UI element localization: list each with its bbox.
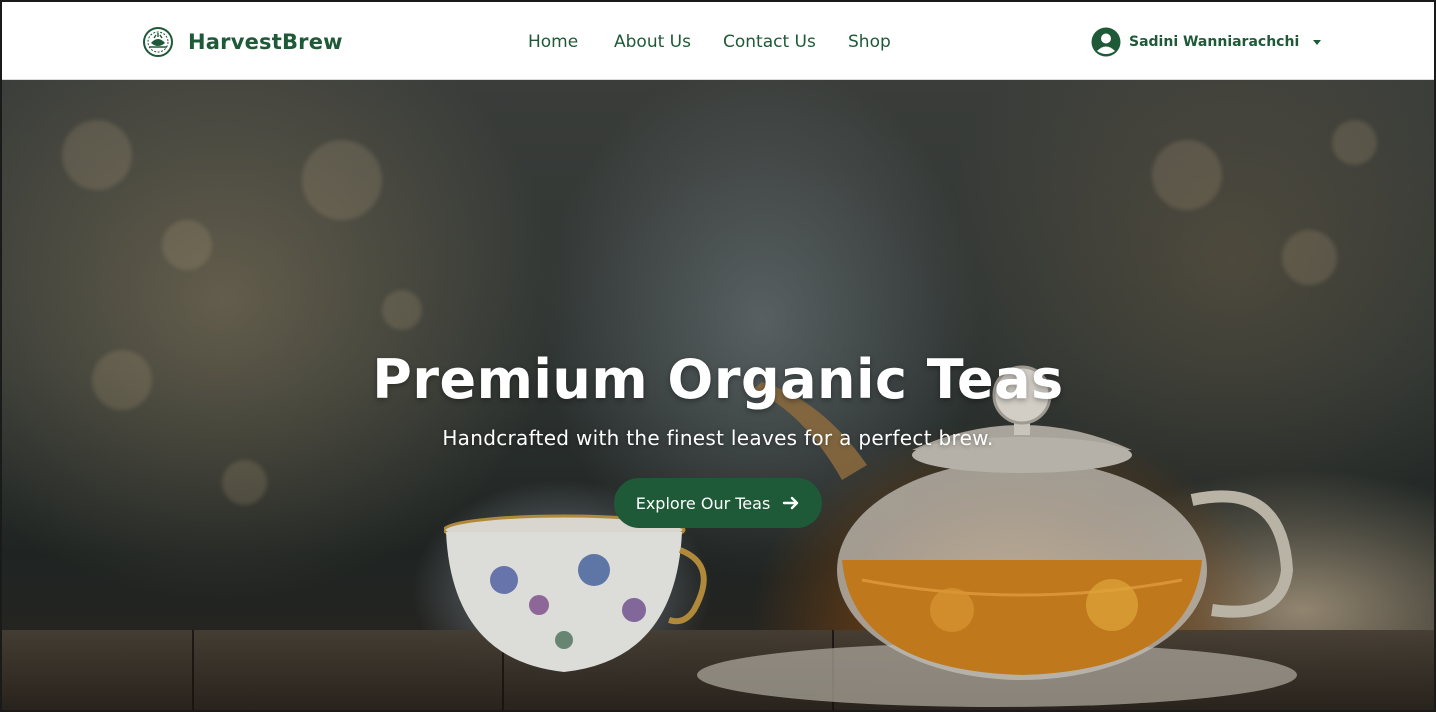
explore-teas-label: Explore Our Teas [635, 493, 771, 513]
user-name: Sadini Wanniarachchi [1129, 34, 1300, 50]
main-nav: Home About Us Contact Us Shop [528, 29, 898, 55]
caret-down-icon [1313, 40, 1322, 45]
brand-name: HarvestBrew [188, 30, 343, 54]
hero-content: Premium Organic Teas Handcrafted with th… [2, 80, 1434, 710]
brand-link[interactable]: HarvestBrew [142, 25, 343, 59]
page-frame: HarvestBrew Home About Us Contact Us Sho… [0, 0, 1436, 712]
nav-link-about-us[interactable]: About Us [614, 29, 723, 55]
nav-link-home[interactable]: Home [528, 29, 614, 55]
top-navbar: HarvestBrew Home About Us Contact Us Sho… [2, 2, 1434, 80]
tea-emblem-icon [143, 27, 173, 57]
arrow-right-icon [783, 496, 799, 510]
hero-section: Premium Organic Teas Handcrafted with th… [2, 80, 1434, 710]
user-circle-icon [1091, 27, 1121, 57]
explore-teas-button[interactable]: Explore Our Teas [614, 478, 822, 528]
nav-link-contact-us[interactable]: Contact Us [723, 29, 848, 55]
hero-subtitle: Handcrafted with the finest leaves for a… [442, 426, 994, 450]
hero-title: Premium Organic Teas [372, 348, 1064, 411]
nav-link-shop[interactable]: Shop [848, 29, 898, 55]
user-menu-toggle[interactable]: Sadini Wanniarachchi [1091, 26, 1323, 58]
